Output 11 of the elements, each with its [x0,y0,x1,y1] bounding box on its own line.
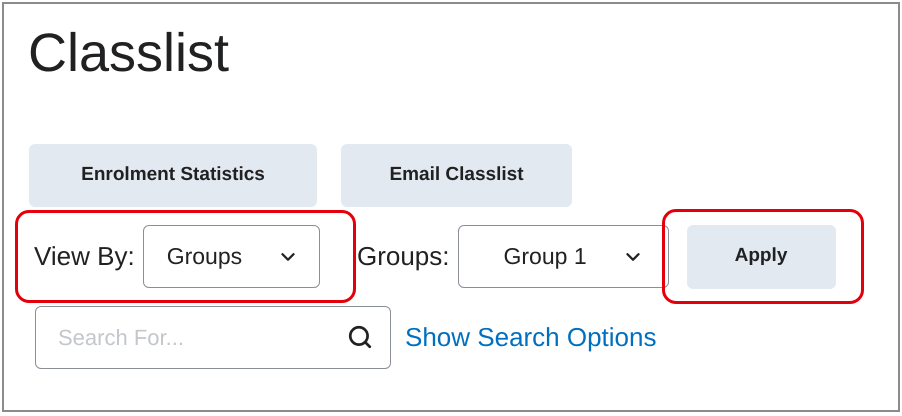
groups-label: Groups: [357,240,450,273]
group-dropdown[interactable]: Group 1 [458,225,668,288]
view-by-dropdown[interactable]: Groups [142,225,320,288]
apply-button[interactable]: Apply [686,224,836,288]
search-icon[interactable] [347,324,373,350]
show-search-options-link[interactable]: Show Search Options [405,318,656,357]
action-button[interactable]: Enrolment Statistics [29,144,317,207]
search-field[interactable]: Search For... [35,306,391,369]
view-by-label: View By: [34,240,135,273]
action-button[interactable]: Email Classlist [341,144,572,207]
page-title: Classlist [28,22,230,85]
